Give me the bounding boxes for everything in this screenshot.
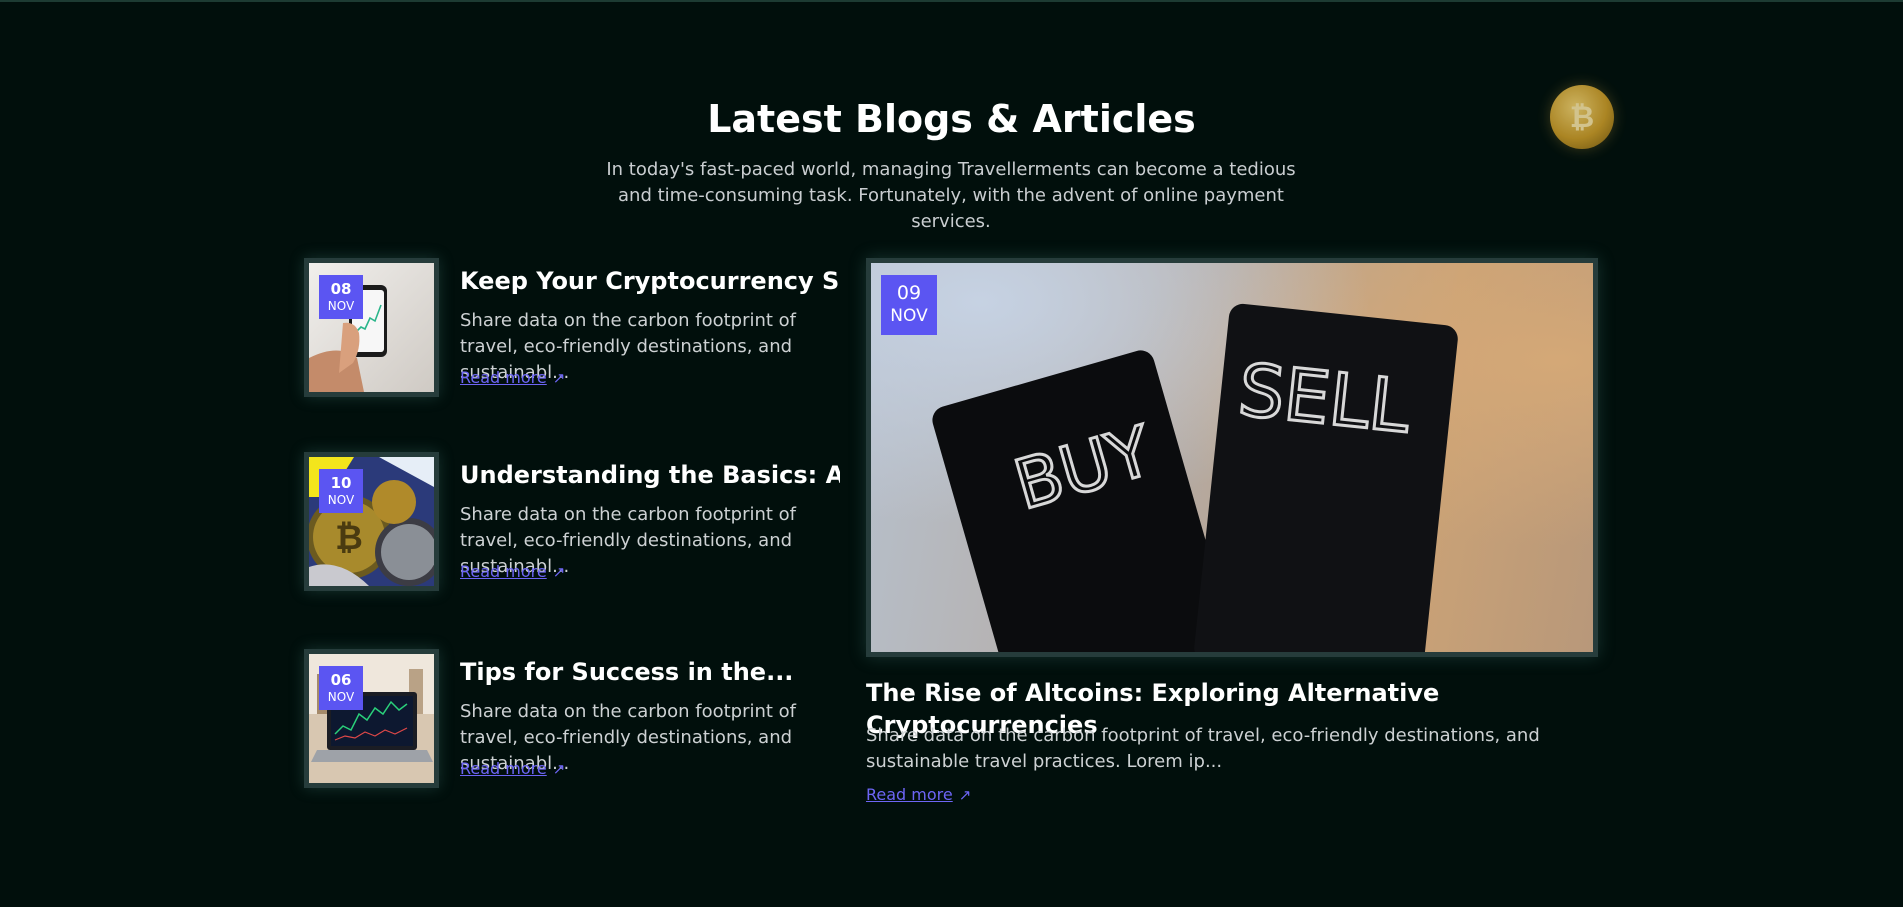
read-more-label: Read more [460,368,547,387]
buy-sell-cards-image: BUY SELL [871,263,1593,652]
featured-excerpt: Share data on the carbon footprint of tr… [866,725,1540,772]
blog-card-2[interactable]: ₿ 10 NOV Understanding the Basics: A... … [304,452,844,592]
date-badge: 08 NOV [319,275,363,319]
read-more-link[interactable]: Read more ↗ [460,368,565,388]
read-more-link[interactable]: Read more ↗ [460,759,565,779]
date-badge: 09 NOV [881,275,937,335]
section-subtitle: In today's fast-paced world, managing Tr… [606,159,1296,232]
blog-thumbnail[interactable]: 06 NOV [304,649,439,788]
read-more-label: Read more [866,785,953,804]
arrow-up-right-icon: ↗ [958,786,972,804]
blog-thumbnail[interactable]: ₿ 10 NOV [304,452,439,591]
svg-text:₿: ₿ [335,518,363,558]
featured-image[interactable]: BUY SELL 09 NOV [866,258,1598,657]
read-more-label: Read more [460,562,547,581]
section-title: Latest Blogs & Articles [707,97,1196,141]
date-badge: 10 NOV [319,469,363,513]
blog-card-1[interactable]: 08 NOV Keep Your Cryptocurrency Safe Sha… [304,258,844,398]
blog-title[interactable]: Tips for Success in the... [460,657,840,687]
blog-title[interactable]: Keep Your Cryptocurrency Safe [460,266,840,296]
bitcoin-coin-icon: ₿ [1550,85,1614,149]
arrow-up-right-icon: ↗ [552,563,566,581]
date-badge: 06 NOV [319,666,363,710]
arrow-up-right-icon: ↗ [552,369,566,387]
read-more-label: Read more [460,759,547,778]
read-more-link[interactable]: Read more ↗ [460,562,565,582]
arrow-up-right-icon: ↗ [552,760,566,778]
blog-card-3[interactable]: 06 NOV Tips for Success in the... Share … [304,649,844,789]
blog-title[interactable]: Understanding the Basics: A... [460,460,840,490]
svg-text:SELL: SELL [1235,347,1414,448]
featured-read-more-link[interactable]: Read more ↗ [866,785,971,805]
blog-thumbnail[interactable]: 08 NOV [304,258,439,397]
top-divider [0,0,1903,2]
